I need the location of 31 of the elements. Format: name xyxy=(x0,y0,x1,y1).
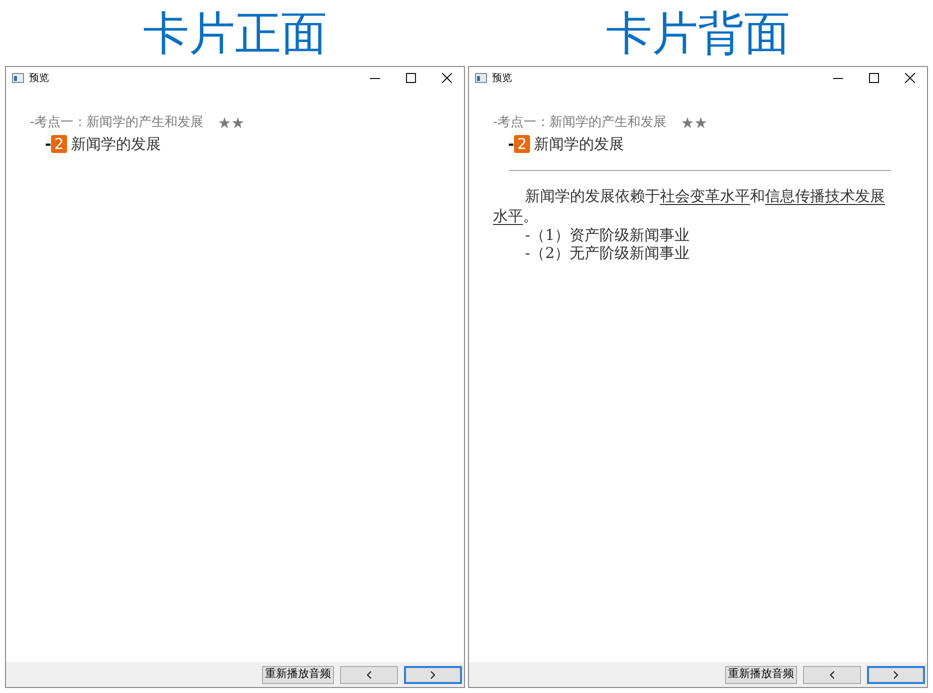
chevron-right-icon xyxy=(893,670,899,678)
item-title: 新闻学的发展 xyxy=(534,134,624,155)
chevron-left-icon xyxy=(366,670,372,678)
replay-audio-button[interactable]: 重新播放音频 xyxy=(725,666,797,684)
next-button[interactable] xyxy=(867,666,925,684)
number-badge: 2 xyxy=(514,135,530,154)
topic-label: -考点一：新闻学的产生和发展 xyxy=(30,115,204,131)
answer-paragraph: 新闻学的发展依赖于社会变革水平和信息传播技术发展水平。 xyxy=(493,186,886,226)
list-item: -（1）资产阶级新闻事业 xyxy=(524,226,691,244)
card-heading: 卡片背面 xyxy=(606,10,790,56)
dash-mark: - xyxy=(45,134,52,155)
next-button[interactable] xyxy=(404,666,462,684)
dash-mark: - xyxy=(508,134,514,155)
card-heading: 卡片正面 xyxy=(143,10,327,56)
chevron-left-icon xyxy=(829,670,835,678)
chevron-right-icon xyxy=(430,670,436,678)
window-title: 预览 xyxy=(492,72,512,86)
replay-audio-button[interactable]: 重新播放音频 xyxy=(262,666,334,684)
importance-marks: ★★ xyxy=(218,115,245,131)
importance-marks: ★★ xyxy=(680,115,708,131)
maximize-icon[interactable] xyxy=(406,73,416,83)
number-badge: 2 xyxy=(51,135,67,154)
topic-label: -考点一：新闻学的产生和发展 xyxy=(493,115,667,131)
app-icon xyxy=(475,73,487,83)
maximize-icon[interactable] xyxy=(869,73,879,83)
close-icon[interactable] xyxy=(905,73,915,83)
close-icon[interactable] xyxy=(442,73,452,83)
item-title: 新闻学的发展 xyxy=(70,134,161,155)
app-icon xyxy=(12,73,24,83)
window-title: 预览 xyxy=(29,72,49,86)
list-item: -（2）无产阶级新闻事业 xyxy=(524,244,691,262)
